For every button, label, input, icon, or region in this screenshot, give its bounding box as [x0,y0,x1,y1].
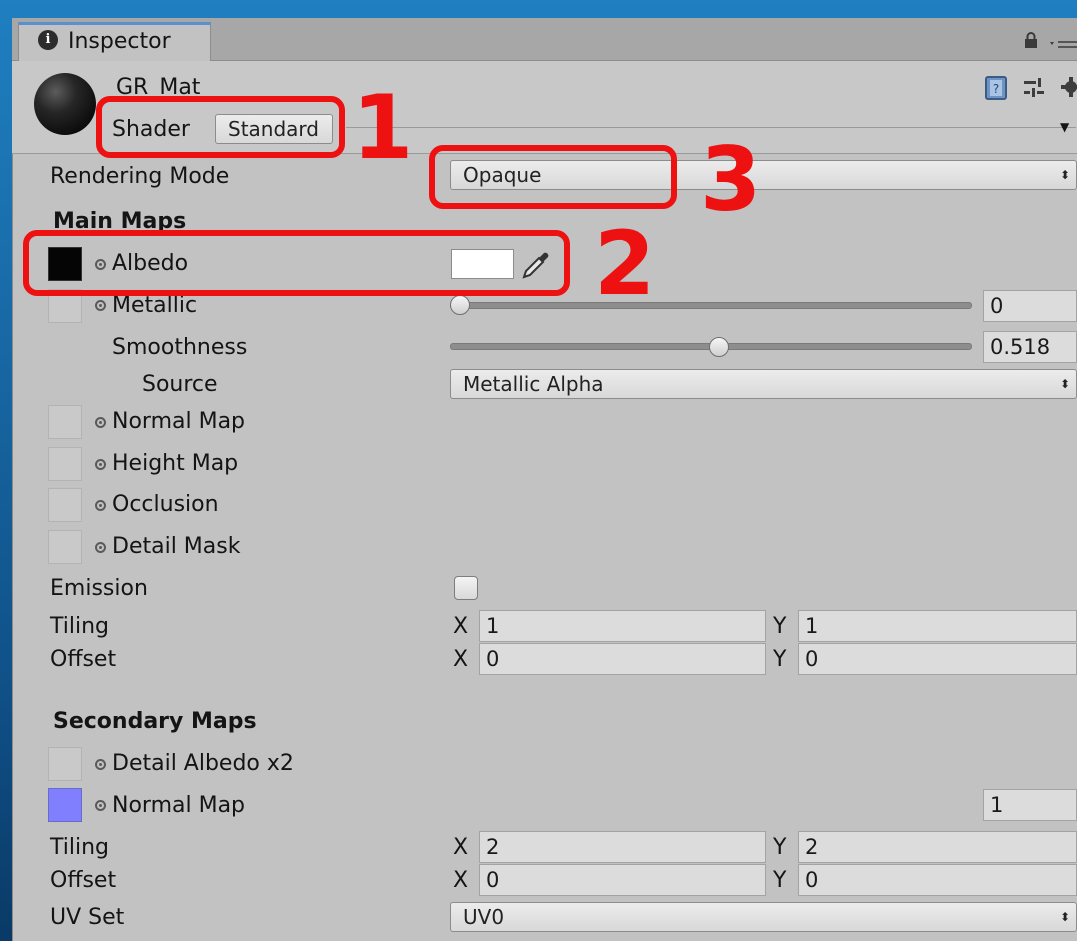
metallic-slider-track[interactable] [450,302,972,309]
source-value: Metallic Alpha [463,372,604,396]
secondary-normal-scale-value: 1 [990,793,1004,817]
metallic-picker-icon[interactable] [95,300,106,311]
detail-albedo-texture-slot[interactable] [48,747,82,781]
height-map-texture-slot[interactable] [48,447,82,481]
rendering-mode-highlight-box [429,145,677,209]
shader-highlight-box [96,96,345,158]
secondary-tiling-x-value: 2 [486,835,500,859]
secondary-normal-map-label: Normal Map [112,793,246,818]
main-tiling-x-field[interactable]: 1 [479,610,766,642]
albedo-highlight-box [23,230,570,296]
secondary-tiling-label: Tiling [50,835,110,860]
emission-label: Emission [50,576,148,601]
main-offset-x-label: X [453,647,469,672]
smoothness-slider-handle[interactable] [709,337,729,357]
source-dropdown[interactable]: Metallic Alpha ⬍ [450,369,1077,399]
uv-set-label: UV Set [50,905,125,930]
detail-mask-label: Detail Mask [112,534,241,559]
normal-map-picker-icon[interactable] [95,417,106,428]
main-tiling-y-label: Y [773,614,787,639]
secondary-offset-label: Offset [50,868,117,893]
detail-mask-texture-slot[interactable] [48,530,82,564]
svg-text:?: ? [993,82,999,96]
smoothness-label: Smoothness [112,335,248,360]
rendering-mode-label: Rendering Mode [50,164,230,189]
menu-icon[interactable] [1050,36,1077,48]
main-offset-y-value: 0 [805,647,819,671]
secondary-offset-x-field[interactable]: 0 [479,864,766,896]
uv-set-dropdown[interactable]: UV0 ⬍ [450,902,1077,932]
secondary-tiling-y-field[interactable]: 2 [798,831,1077,863]
info-icon: i [38,30,58,50]
secondary-offset-y-field[interactable]: 0 [798,864,1077,896]
occlusion-label: Occlusion [112,492,219,517]
secondary-normal-map-picker-icon[interactable] [95,800,106,811]
updown-arrow-icon: ⬍ [1059,377,1070,391]
emission-checkbox[interactable] [454,576,478,600]
gear-icon[interactable] [1060,76,1077,98]
secondary-tiling-x-field[interactable]: 2 [479,831,766,863]
secondary-maps-title: Secondary Maps [53,709,257,734]
material-preview-sphere [34,73,96,135]
preset-icon[interactable] [1022,78,1046,98]
smoothness-value: 0.518 [990,335,1051,359]
uv-set-value: UV0 [463,905,505,929]
annotation-number-3: 3 [700,128,762,231]
detail-mask-picker-icon[interactable] [95,542,106,553]
main-tiling-y-value: 1 [805,614,819,638]
metallic-value: 0 [990,294,1004,318]
secondary-tiling-y-label: Y [773,835,787,860]
normal-map-label: Normal Map [112,409,246,434]
main-tiling-label: Tiling [50,614,110,639]
help-icon[interactable]: ? [985,76,1007,100]
secondary-normal-scale-field[interactable]: 1 [983,789,1077,821]
occlusion-picker-icon[interactable] [95,500,106,511]
secondary-tiling-y-value: 2 [805,835,819,859]
metallic-label: Metallic [112,293,198,318]
height-map-picker-icon[interactable] [95,459,106,470]
tab-inspector-label: Inspector [68,29,171,54]
main-offset-x-field[interactable]: 0 [479,643,766,675]
secondary-normal-map-texture-slot[interactable] [48,788,82,822]
height-map-label: Height Map [112,451,239,476]
main-offset-x-value: 0 [486,647,500,671]
main-tiling-x-label: X [453,614,469,639]
secondary-offset-x-value: 0 [486,868,500,892]
lock-icon[interactable] [1024,32,1038,48]
metallic-value-field[interactable]: 0 [983,290,1077,322]
secondary-offset-y-value: 0 [805,868,819,892]
smoothness-value-field[interactable]: 0.518 [983,331,1077,363]
metallic-slider-handle[interactable] [450,295,470,315]
source-label: Source [142,372,218,397]
normal-map-texture-slot[interactable] [48,405,82,439]
detail-albedo-label: Detail Albedo x2 [112,751,294,776]
detail-albedo-picker-icon[interactable] [95,759,106,770]
main-offset-label: Offset [50,647,117,672]
main-offset-y-field[interactable]: 0 [798,643,1077,675]
secondary-offset-y-label: Y [773,868,787,893]
updown-arrow-icon: ⬍ [1059,910,1070,924]
annotation-number-2: 2 [594,212,656,315]
updown-arrow-icon: ⬍ [1059,168,1070,182]
secondary-offset-x-label: X [453,868,469,893]
main-tiling-x-value: 1 [486,614,500,638]
secondary-tiling-x-label: X [453,835,469,860]
main-offset-y-label: Y [773,647,787,672]
main-tiling-y-field[interactable]: 1 [798,610,1077,642]
occlusion-texture-slot[interactable] [48,488,82,522]
shader-chevron-down-icon[interactable]: ▼ [1060,120,1069,134]
annotation-number-1: 1 [352,76,414,179]
